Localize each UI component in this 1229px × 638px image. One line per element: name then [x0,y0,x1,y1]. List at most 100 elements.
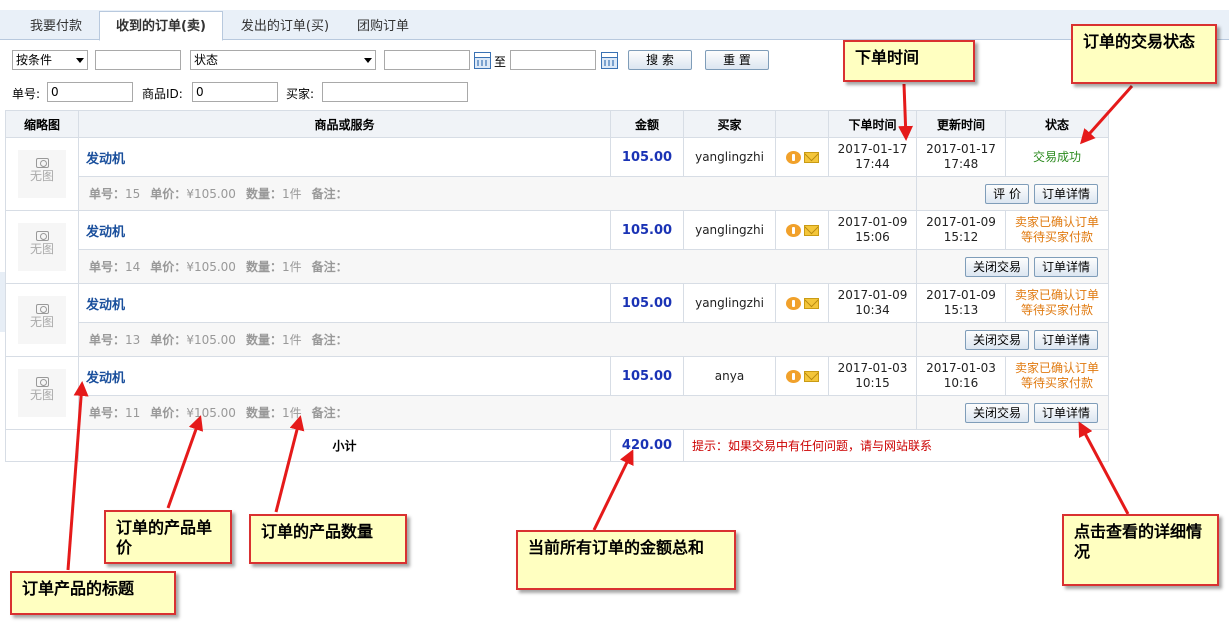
header-buyer: 买家 [683,110,776,138]
order-actions: 关闭交易 订单详情 [916,322,1109,357]
order-summary: 单号：13 单价：¥105.00 数量：1件 备注： [78,322,917,357]
table-row: 无图 发动机 105.00 yanglingzhi 2017-01-09 15:… [5,210,1109,284]
unit-price-value: ¥105.00 [186,187,236,201]
order-detail-button[interactable]: 订单详情 [1033,183,1098,204]
header-update-time: 更新时间 [916,110,1006,138]
reset-button[interactable]: 重 置 [705,50,769,70]
no-image-text: 无图 [29,242,54,256]
thumbnail-placeholder[interactable]: 无图 [18,369,66,417]
order-amount: 105.00 [610,356,684,396]
order-no-label: 单号： [89,333,126,347]
order-no-input[interactable]: 0 [47,82,133,102]
order-detail-button[interactable]: 订单详情 [1033,329,1098,350]
quantity-label: 数量： [245,406,282,420]
order-time: 2017-01-03 10:15 [828,356,917,396]
contact-icons [775,210,829,250]
tab-received-orders[interactable]: 收到的订单(卖) [99,11,223,41]
calendar-icon[interactable] [601,52,618,69]
order-summary: 单号：14 单价：¥105.00 数量：1件 备注： [78,249,917,284]
order-action-button[interactable]: 关闭交易 [964,329,1029,350]
order-detail-button[interactable]: 订单详情 [1033,256,1098,277]
calendar-icon[interactable] [474,52,491,69]
quantity-value: 1件 [281,260,302,274]
date-from-input[interactable] [384,50,470,70]
thumbnail-placeholder[interactable]: 无图 [18,223,66,271]
product-title-link[interactable]: 发动机 [86,298,125,313]
camera-icon [35,158,49,168]
update-time: 2017-01-09 15:13 [916,283,1006,323]
header-amount: 金额 [610,110,684,138]
order-action-button[interactable]: 评 价 [985,183,1029,204]
quantity-label: 数量： [245,187,282,201]
mail-icon[interactable] [803,152,819,163]
thumbnail-cell: 无图 [5,283,79,357]
note-title: 订单产品的标题 [10,571,176,615]
unit-price-value: ¥105.00 [186,333,236,347]
condition-input[interactable] [95,50,181,70]
mail-icon[interactable] [803,298,819,309]
buyer-input[interactable] [322,82,468,102]
order-summary: 单号：11 单价：¥105.00 数量：1件 备注： [78,395,917,430]
product-id-input[interactable]: 0 [192,82,278,102]
status-select[interactable]: 状态 [190,50,376,70]
table-row-detail: 单号：13 单价：¥105.00 数量：1件 备注： 关闭交易 订单详情 [6,322,1109,357]
product-title-link[interactable]: 发动机 [86,225,125,240]
order-no-label: 单号： [89,187,126,201]
condition-select[interactable]: 按条件 [12,50,88,70]
product-title-link[interactable]: 发动机 [86,152,125,167]
order-no-value: 14 [125,260,141,274]
contact-icons [775,283,829,323]
order-action-button[interactable]: 关闭交易 [964,402,1029,423]
order-action-button[interactable]: 关闭交易 [964,256,1029,277]
quantity-value: 1件 [281,187,302,201]
thumbnail-placeholder[interactable]: 无图 [18,296,66,344]
order-amount: 105.00 [610,283,684,323]
order-time: 2017-01-09 15:06 [828,210,917,250]
no-image-text: 无图 [29,315,54,329]
camera-icon [35,304,49,314]
date-to-label: 至 [494,55,507,69]
status-line-2: 等待买家付款 [1020,303,1093,317]
header-status: 状态 [1005,110,1109,138]
thumbnail-cell: 无图 [5,137,79,211]
status-line-2: 等待买家付款 [1020,376,1093,390]
order-time: 2017-01-17 17:44 [828,137,917,177]
qq-chat-icon[interactable] [785,370,801,383]
mail-icon[interactable] [803,225,819,236]
search-button[interactable]: 搜 索 [628,50,692,70]
product-title-link[interactable]: 发动机 [86,371,125,386]
condition-select-value: 按条件 [16,53,53,67]
tab-sent-orders[interactable]: 发出的订单(买) [226,15,344,40]
date-to-input[interactable] [510,50,596,70]
order-detail-button[interactable]: 订单详情 [1033,402,1098,423]
table-row: 无图 发动机 105.00 anya 2017-01-03 10:15 2017… [5,356,1109,430]
tab-payment[interactable]: 我要付款 [14,15,98,40]
order-clock: 17:44 [855,157,890,171]
subtotal-row: 小计 420.00 提示：如果交易中有任何问题，请与网站联系 [5,429,1109,462]
unit-price-value: ¥105.00 [186,406,236,420]
update-clock: 15:13 [943,303,979,317]
order-clock: 10:15 [855,376,890,390]
thumbnail-placeholder[interactable]: 无图 [18,150,66,198]
product-id-label: 商品ID: [142,87,183,101]
quantity-value: 1件 [281,406,302,420]
order-no-value: 15 [125,187,141,201]
order-no-label: 单号： [89,406,126,420]
thumbnail-cell: 无图 [5,356,79,430]
qq-chat-icon[interactable] [785,151,801,164]
quantity-label: 数量： [245,333,282,347]
status-line-1: 交易成功 [1032,149,1081,164]
quantity-value: 1件 [281,333,302,347]
arrow-total [592,449,634,531]
update-clock: 17:48 [943,157,979,171]
status-line-1: 卖家已确认订单 [1014,361,1099,375]
qq-chat-icon[interactable] [785,224,801,237]
buyer-name: yanglingzhi [683,283,776,323]
remark-label: 备注： [311,187,348,201]
qq-chat-icon[interactable] [785,297,801,310]
header-order-time: 下单时间 [828,110,917,138]
contact-icons [775,356,829,396]
tab-group-orders[interactable]: 团购订单 [346,15,420,40]
order-no-label: 单号: [12,87,41,101]
mail-icon[interactable] [803,371,819,382]
